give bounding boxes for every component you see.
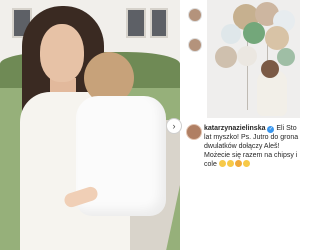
smiling-face-icon: [226, 160, 234, 167]
window: [150, 8, 168, 38]
balloon: [243, 22, 265, 44]
screenshot: › katarzynazielinska ✓ Eli Sto lat myszk…: [0, 0, 300, 250]
heart-eyes-icon: [234, 160, 242, 167]
window: [126, 8, 146, 38]
child-head: [261, 60, 279, 78]
emoji-row: [218, 160, 251, 168]
smiling-face-icon: [218, 160, 226, 167]
main-photo: [0, 0, 180, 250]
smiling-face-icon: [242, 160, 250, 167]
balloon: [221, 24, 241, 44]
chevron-right-icon[interactable]: ›: [166, 118, 182, 134]
balloon: [237, 46, 257, 66]
comment-text-block: katarzynazielinska ✓ Eli Sto lat myszko!…: [204, 124, 300, 169]
verified-badge-icon: ✓: [267, 126, 275, 133]
avatar[interactable]: [188, 8, 202, 22]
balloon: [215, 46, 237, 68]
balloon: [265, 26, 289, 50]
comment-username[interactable]: katarzynazielinska: [204, 125, 265, 132]
balloon: [277, 48, 295, 66]
avatar[interactable]: [186, 124, 202, 140]
post-photo: [207, 0, 300, 118]
woman-face: [40, 24, 84, 82]
avatar[interactable]: [188, 38, 202, 52]
